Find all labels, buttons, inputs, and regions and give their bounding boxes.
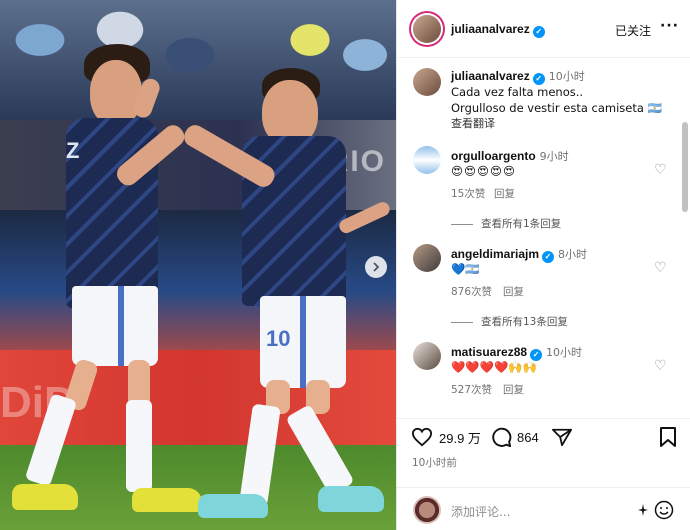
comment-input[interactable]: 添加评论... xyxy=(451,503,510,520)
comment-button[interactable]: 864 xyxy=(491,427,539,448)
like-button[interactable]: 29.9 万 xyxy=(411,427,481,447)
comment-username[interactable]: orgulloargento 9小时 xyxy=(451,148,569,164)
comment-bubble-icon xyxy=(492,427,512,448)
reply-button[interactable]: 回复 xyxy=(494,186,515,201)
post-panel: juliaanalvarez ✓ 已关注 ··· juliaanalvarez ✓ 1… xyxy=(396,0,690,530)
crowd-background xyxy=(0,0,396,120)
comment-avatar[interactable] xyxy=(413,342,441,370)
save-button[interactable] xyxy=(659,427,677,447)
caption-line-1: Cada vez falta menos.. xyxy=(451,85,584,99)
view-replies-link[interactable]: 查看所有1条回复 xyxy=(451,216,561,231)
next-image-button[interactable] xyxy=(365,256,387,278)
like-comment-heart-icon[interactable]: ♡ xyxy=(654,260,667,276)
sparkle-icon[interactable] xyxy=(637,503,649,517)
add-comment-bar: 添加评论... xyxy=(397,487,690,530)
bookmark-icon xyxy=(660,427,676,447)
verified-icon: ✓ xyxy=(542,251,555,263)
send-icon xyxy=(552,428,572,447)
comments-scrollbar[interactable] xyxy=(682,122,688,212)
comment-username[interactable]: matisuarez88 ✓ 10小时 xyxy=(451,344,582,361)
likes-count: 29.9 万 xyxy=(439,430,481,446)
comment-likes[interactable]: 876次赞 xyxy=(451,284,492,299)
reply-button[interactable]: 回复 xyxy=(503,382,524,397)
like-comment-heart-icon[interactable]: ♡ xyxy=(654,162,667,178)
comments-section[interactable]: juliaanalvarez ✓ 10小时 Cada vez falta menos… xyxy=(397,58,690,418)
like-comment-heart-icon[interactable]: ♡ xyxy=(654,358,667,374)
chevron-right-icon xyxy=(373,262,380,272)
author-avatar[interactable] xyxy=(413,15,441,43)
caption-avatar[interactable] xyxy=(413,68,441,96)
comment-avatar[interactable] xyxy=(413,244,441,272)
comment-avatar[interactable] xyxy=(413,146,441,174)
post-header: juliaanalvarez ✓ 已关注 ··· xyxy=(397,0,690,58)
reply-button[interactable]: 回复 xyxy=(503,284,524,299)
comments-count: 864 xyxy=(517,430,539,445)
heart-icon xyxy=(411,427,433,447)
post-timestamp: 10小时前 xyxy=(412,457,457,469)
share-button[interactable] xyxy=(551,427,573,447)
comment-likes[interactable]: 15次赞 xyxy=(451,186,485,201)
more-options-icon[interactable]: ··· xyxy=(660,18,679,34)
post-photo[interactable]: ARIO DiD Z 10 xyxy=(0,0,396,530)
verified-icon: ✓ xyxy=(532,26,545,38)
following-button[interactable]: 已关注 xyxy=(615,22,651,39)
jersey-number-left: Z xyxy=(66,138,80,163)
comment-text: 💙🇦🇷 xyxy=(451,262,480,276)
jersey-number-right: 10 xyxy=(266,326,291,351)
current-user-avatar xyxy=(413,496,441,524)
comment-username[interactable]: angeldimariajm ✓ 8小时 xyxy=(451,246,587,263)
comment-text: ❤️❤️❤️❤️🙌🙌 xyxy=(451,360,537,374)
translate-link[interactable]: 查看翻译 xyxy=(451,115,495,131)
comment-text: 😍😍😍😍😍 xyxy=(451,164,516,178)
emoji-icon[interactable] xyxy=(654,500,674,520)
caption-username[interactable]: juliaanalvarez ✓ 10小时 xyxy=(451,68,585,85)
view-replies-link[interactable]: 查看所有13条回复 xyxy=(451,314,568,329)
verified-icon: ✓ xyxy=(532,73,545,85)
comment-likes[interactable]: 527次赞 xyxy=(451,382,492,397)
author-username[interactable]: juliaanalvarez ✓ xyxy=(451,22,545,38)
caption-line-2: Orgulloso de vestir esta camiseta 🇦🇷 xyxy=(451,101,662,115)
post-actions: 29.9 万 864 10小时前 添加评论... xyxy=(397,418,690,530)
